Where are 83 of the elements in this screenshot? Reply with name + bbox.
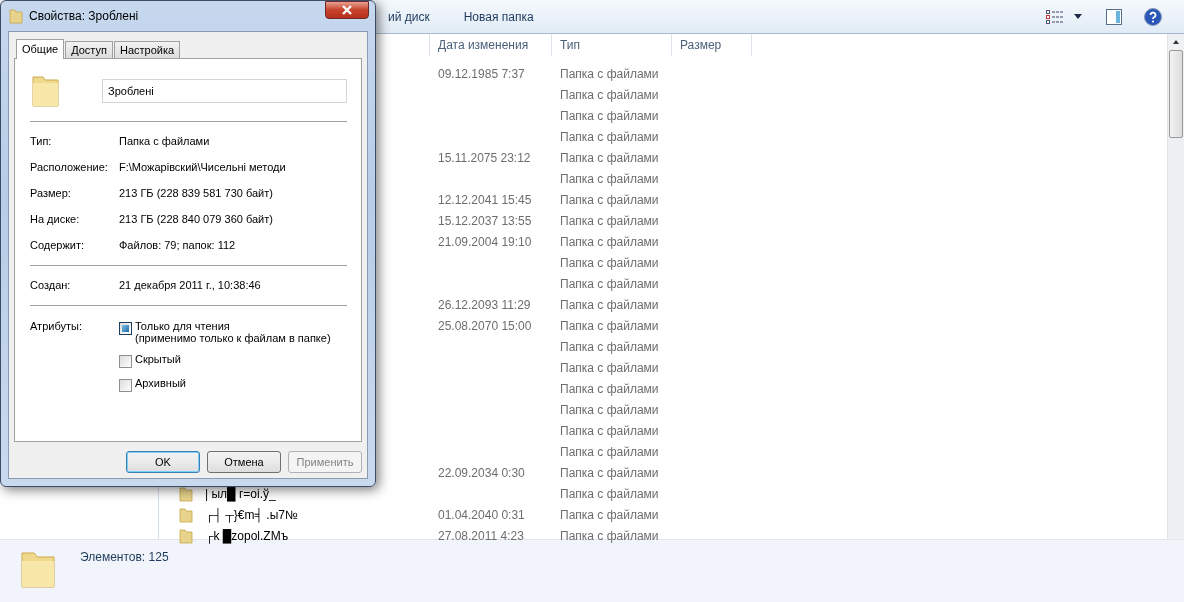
type-cell: Папка с файлами — [560, 171, 659, 186]
tab[interactable]: Общие — [16, 39, 65, 59]
dialog-button[interactable]: Отмена — [207, 451, 281, 473]
column-header[interactable]: Размер — [672, 34, 752, 56]
checkbox-note: (применимо только к файлам в папке) — [135, 332, 331, 344]
type-cell: Папка с файлами — [560, 465, 659, 480]
date-cell: 15.11.2075 23:12 — [438, 150, 531, 165]
type-cell: Папка с файлами — [560, 129, 659, 144]
date-cell: 01.04.2040 0:31 — [438, 507, 525, 522]
date-cell: 22.09.2034 0:30 — [438, 465, 525, 480]
date-cell: 26.12.2093 11:29 — [438, 297, 531, 312]
type-cell: Папка с файлами — [560, 150, 659, 165]
date-cell: 09.12.1985 7:37 — [438, 66, 525, 81]
caret-icon[interactable] — [1074, 14, 1082, 19]
property-value: 213 ГБ (228 839 581 730 байт) — [119, 186, 274, 200]
type-cell: Папка с файлами — [560, 213, 659, 228]
checkbox[interactable] — [119, 322, 132, 335]
type-cell: Папка с файлами — [560, 108, 659, 123]
view-list-icon[interactable] — [1046, 9, 1064, 24]
checkbox-label[interactable]: Архивный — [135, 377, 186, 389]
type-cell: Папка с файлами — [560, 192, 659, 207]
type-cell: Папка с файлами — [560, 339, 659, 354]
column-header[interactable]: Дата изменения — [430, 34, 552, 56]
type-cell: Папка с файлами — [560, 318, 659, 333]
property-label: Атрибуты: — [30, 320, 83, 334]
preview-pane-icon[interactable] — [1106, 8, 1122, 25]
checkbox[interactable] — [119, 379, 132, 392]
type-cell: Папка с файлами — [560, 276, 659, 291]
folder-icon — [9, 8, 23, 24]
type-cell: Папка с файлами — [560, 507, 659, 522]
date-cell: 27.08.2011 4:23 — [438, 528, 524, 543]
date-cell: 25.08.2070 15:00 — [438, 318, 532, 333]
property-value: 213 ГБ (228 840 079 360 байт) — [119, 212, 274, 226]
folder-icon — [179, 527, 193, 544]
folder-icon — [179, 485, 193, 502]
checkbox-label[interactable]: Только для чтения — [135, 320, 331, 332]
checkbox[interactable] — [119, 355, 132, 368]
dialog-title: Свойства: Зроблені — [29, 9, 139, 23]
type-cell: Папка с файлами — [560, 66, 659, 81]
property-label: Создан: — [30, 278, 72, 292]
property-label: Тип: — [30, 134, 53, 148]
property-value: F:\Можарівский\Чисельні методи — [119, 160, 287, 174]
folder-icon — [30, 73, 62, 109]
tab[interactable]: Доступ — [65, 41, 113, 58]
dialog-button[interactable]: OK — [126, 451, 200, 473]
property-label: Расположение: — [30, 160, 109, 174]
file-name[interactable]: ┌┤ ┬}€m╡ .ы7№ — [205, 507, 298, 522]
type-cell: Папка с файлами — [560, 402, 659, 417]
scrollbar[interactable] — [1167, 34, 1184, 539]
close-icon — [341, 5, 353, 15]
type-cell: Папка с файлами — [560, 381, 659, 396]
property-label: Размер: — [30, 186, 72, 200]
type-cell: Папка с файлами — [560, 360, 659, 375]
column-header[interactable]: Тип — [552, 34, 672, 56]
date-cell: 21.09.2004 19:10 — [438, 234, 532, 249]
type-cell: Папка с файлами — [560, 255, 659, 270]
file-name[interactable]: | ыл█ г=оі.ў_ — [205, 486, 276, 501]
property-value: 21 декабря 2011 г., 10:38:46 — [119, 278, 262, 292]
date-cell: 15.12.2037 13:55 — [438, 213, 532, 228]
property-value: Файлов: 79; папок: 112 — [119, 238, 237, 252]
toolbar-button[interactable]: ий диск — [380, 6, 438, 27]
property-value: Папка с файлами — [119, 134, 211, 148]
type-cell: Папка с файлами — [560, 486, 659, 501]
type-cell: Папка с файлами — [560, 528, 659, 543]
folder-icon — [179, 506, 193, 523]
property-label: На диске: — [30, 212, 81, 226]
type-cell: Папка с файлами — [560, 87, 659, 102]
type-cell: Папка с файлами — [560, 297, 659, 312]
close-button[interactable] — [325, 1, 369, 19]
name-field[interactable]: Зроблені — [102, 79, 347, 103]
tab[interactable]: Настройка — [114, 41, 181, 58]
scrollbar-thumb[interactable] — [1169, 50, 1183, 138]
file-name[interactable]: ┌k █zopol.ZMъ — [205, 528, 289, 543]
type-cell: Папка с файлами — [560, 444, 659, 459]
checkbox-label[interactable]: Скрытый — [135, 353, 181, 365]
date-cell: 12.12.2041 15:45 — [438, 192, 532, 207]
property-label: Содержит: — [30, 238, 86, 252]
type-cell: Папка с файлами — [560, 234, 659, 249]
item-count: Элементов: 125 — [80, 550, 169, 564]
toolbar-button[interactable]: Новая папка — [455, 6, 542, 27]
field-value: Зроблені — [108, 85, 154, 97]
help-icon[interactable] — [1144, 7, 1162, 26]
type-cell: Папка с файлами — [560, 423, 659, 438]
